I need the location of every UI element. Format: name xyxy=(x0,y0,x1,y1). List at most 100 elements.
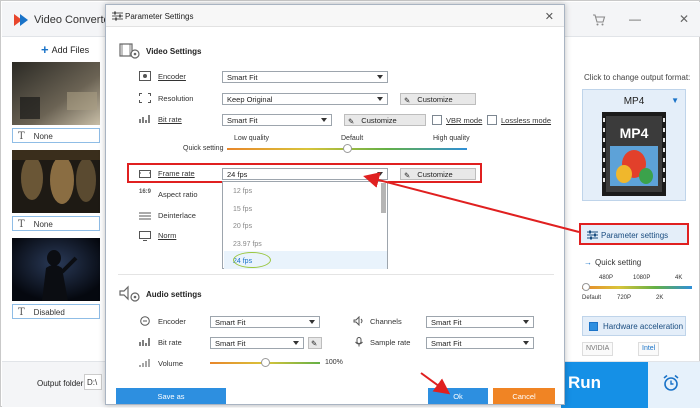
cancel-button[interactable]: Cancel xyxy=(493,388,555,404)
parameter-settings-button[interactable]: Parameter settings xyxy=(579,223,689,245)
bitrate-icon xyxy=(139,115,150,123)
cart-icon[interactable] xyxy=(592,13,606,27)
quality-default-label: Default xyxy=(341,135,364,142)
subtitle-value: Disabled xyxy=(33,308,65,317)
intel-badge: Intel xyxy=(638,342,660,356)
audio-settings-heading: Audio settings xyxy=(146,290,202,299)
lossless-mode-checkbox[interactable] xyxy=(487,115,497,125)
subtitle-icon: T xyxy=(18,307,25,318)
output-format-label: MP4 xyxy=(623,96,645,107)
bitrate-customize-button[interactable]: ✎ Customize xyxy=(344,114,426,126)
video-bitrate-value: Smart Fit xyxy=(227,116,258,125)
hardware-acceleration-checkbox[interactable] xyxy=(589,322,598,331)
hardware-acceleration-label: Hardware acceleration xyxy=(603,322,684,331)
encoder-icon xyxy=(139,71,151,81)
subtitle-selector[interactable]: T Disabled xyxy=(12,304,100,319)
alarm-clock-icon xyxy=(663,374,679,391)
resolution-select[interactable]: Keep Original xyxy=(222,93,388,105)
fps-option[interactable]: 12 fps xyxy=(233,188,252,195)
audio-encoder-select[interactable]: Smart Fit xyxy=(210,316,320,328)
ok-label: Ok xyxy=(453,392,463,401)
microphone-icon xyxy=(355,337,363,347)
dialog-titlebar: Parameter Settings ✕ xyxy=(106,5,564,27)
video-encoder-value: Smart Fit xyxy=(227,73,258,82)
frame-rate-dropdown-list: 12 fps 15 fps 20 fps 23.97 fps 24 fps xyxy=(222,181,388,269)
video-bitrate-select[interactable]: Smart Fit xyxy=(222,114,332,126)
fps-option[interactable]: 15 fps xyxy=(233,206,252,213)
qs-tick-1080p: 1080P xyxy=(633,275,651,281)
subtitle-icon: T xyxy=(18,219,25,230)
subtitle-value: None xyxy=(33,132,53,141)
dialog-title: Parameter Settings xyxy=(125,12,194,21)
video-settings-heading: Video Settings xyxy=(146,47,202,56)
qs-thumb[interactable] xyxy=(582,283,590,291)
section-divider xyxy=(118,274,554,275)
chevron-down-icon xyxy=(523,320,529,324)
norm-label: Norm xyxy=(158,231,177,240)
sample-rate-value: Smart Fit xyxy=(431,339,462,348)
volume-icon xyxy=(139,359,150,367)
audio-encoder-label: Encoder xyxy=(158,317,186,326)
plus-icon: + xyxy=(41,42,49,57)
audio-bitrate-select[interactable]: Smart Fit xyxy=(210,337,304,349)
screenshot-frame: Video Converter — ✕ + Add Files T None T… xyxy=(0,0,700,408)
output-folder-field[interactable]: D:\ xyxy=(84,374,102,390)
qs-tick-480p: 480P xyxy=(599,275,614,281)
quick-setting-slider[interactable]: 480P 1080P 4K Default 720P 2K xyxy=(582,275,692,305)
selected-option-circle xyxy=(233,252,271,268)
fps-option[interactable]: 20 fps xyxy=(233,223,252,230)
chevron-down-icon xyxy=(321,118,327,122)
hardware-acceleration-toggle[interactable]: Hardware acceleration xyxy=(582,316,686,336)
sample-rate-select[interactable]: Smart Fit xyxy=(426,337,534,349)
subtitle-selector[interactable]: T None xyxy=(12,216,100,231)
cancel-label: Cancel xyxy=(512,392,536,401)
output-folder-label: Output folder: xyxy=(37,379,86,388)
frame-rate-highlight-box xyxy=(127,163,482,183)
video-settings-icon xyxy=(119,43,140,59)
chevron-down-icon xyxy=(377,75,383,79)
dropdown-scrollbar[interactable] xyxy=(381,183,386,213)
channels-select[interactable]: Smart Fit xyxy=(426,316,534,328)
quality-slider-thumb[interactable] xyxy=(342,144,352,153)
close-window-icon[interactable]: ✕ xyxy=(679,12,689,26)
pencil-icon: ✎ xyxy=(311,339,318,348)
video-encoder-select[interactable]: Smart Fit xyxy=(222,71,388,83)
video-item[interactable]: T None xyxy=(12,62,100,144)
parameter-settings-dialog: Parameter Settings ✕ Video Settings Enco… xyxy=(105,4,565,405)
run-button[interactable]: Run xyxy=(561,362,648,408)
vbr-mode-checkbox[interactable] xyxy=(432,115,442,125)
bitrate-label: Bit rate xyxy=(158,115,182,124)
save-as-button[interactable]: Save as xyxy=(116,388,226,404)
encoder-label: Encoder xyxy=(158,72,186,81)
sliders-icon xyxy=(587,230,598,240)
fps-option[interactable]: 23.97 fps xyxy=(233,241,262,248)
quick-setting-text: Quick setting xyxy=(595,258,642,267)
add-files-label: Add Files xyxy=(51,45,90,55)
minimize-icon[interactable]: — xyxy=(629,12,641,26)
channels-icon xyxy=(353,316,363,326)
ok-button[interactable]: Ok xyxy=(428,388,488,404)
audio-encoder-value: Smart Fit xyxy=(215,318,246,327)
app-title: Video Converter xyxy=(34,14,114,26)
output-format-selector[interactable]: MP4 ▼ MP4 xyxy=(582,89,686,201)
audio-bitrate-edit-button[interactable]: ✎ xyxy=(308,337,322,349)
close-icon[interactable]: ✕ xyxy=(545,10,554,23)
volume-value: 100% xyxy=(325,359,343,366)
output-format-panel: Click to change output format: MP4 ▼ MP4 xyxy=(568,61,699,361)
add-files-button[interactable]: + Add Files xyxy=(41,42,89,57)
video-item[interactable]: T Disabled xyxy=(12,238,100,320)
resolution-value: Keep Original xyxy=(227,95,273,104)
chevron-down-icon xyxy=(309,320,315,324)
video-item[interactable]: T None xyxy=(12,150,100,232)
mp4-format-icon: MP4 xyxy=(602,112,666,196)
volume-slider-thumb[interactable] xyxy=(260,358,270,367)
alarm-clock-button[interactable] xyxy=(648,362,700,408)
resolution-label: Resolution xyxy=(158,94,194,103)
deinterlace-icon xyxy=(139,212,151,220)
save-as-label: Save as xyxy=(157,392,185,401)
resolution-customize-button[interactable]: ✎ Customize xyxy=(400,93,476,105)
audio-settings-icon xyxy=(119,285,140,302)
quality-high-label: High quality xyxy=(433,135,470,142)
output-format-hint: Click to change output format: xyxy=(584,73,691,82)
subtitle-selector[interactable]: T None xyxy=(12,128,100,143)
